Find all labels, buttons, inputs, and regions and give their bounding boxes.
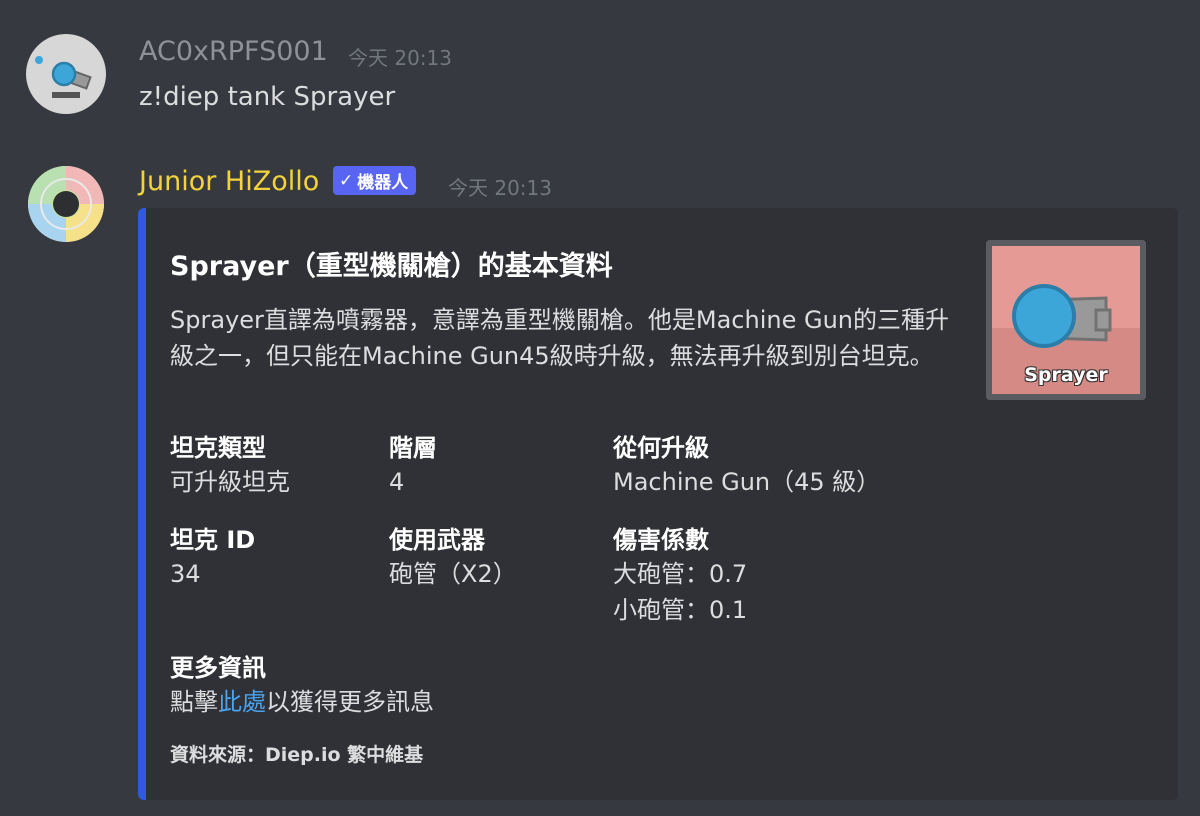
embed-thumbnail[interactable]: Sprayer — [986, 240, 1146, 400]
more-info-suffix: 以獲得更多訊息 — [266, 688, 434, 716]
embed-description: Sprayer直譯為噴霧器，意譯為重型機關槍。他是Machine Gun的三種升… — [170, 306, 949, 370]
bot-tag: ✓ 機器人 — [333, 166, 417, 195]
message-timestamp: 今天 20:13 — [348, 46, 452, 70]
field-damage-name: 傷害係數 — [613, 526, 709, 554]
embed-accent-bar — [138, 208, 146, 800]
more-info-prefix: 點擊 — [170, 688, 218, 716]
bot-username[interactable]: Junior HiZollo — [139, 166, 319, 197]
field-damage-line-2: 小砲管：0.1 — [613, 596, 748, 624]
bot-tag-label: 機器人 — [357, 173, 409, 193]
checkmark-icon: ✓ — [339, 170, 354, 191]
user-avatar[interactable] — [26, 34, 106, 114]
more-info-link[interactable]: 此處 — [218, 688, 266, 716]
field-tank-type-name: 坦克類型 — [170, 434, 266, 462]
field-tank-type-value: 可升級坦克 — [170, 468, 290, 496]
embed-footer: 資料來源：Diep.io 繁中維基 — [170, 744, 424, 766]
message-content: z!diep tank Sprayer — [139, 82, 396, 112]
field-tier-value: 4 — [389, 468, 405, 496]
embed-title: Sprayer（重型機關槍）的基本資料 — [170, 251, 613, 282]
thumbnail-label: Sprayer — [1024, 364, 1108, 386]
field-tank-id-name: 坦克 ID — [170, 526, 256, 554]
field-tier-name: 階層 — [389, 434, 437, 462]
embed: Sprayer（重型機關槍）的基本資料 Sprayer直譯為噴霧器，意譯為重型機… — [138, 208, 1178, 800]
message-timestamp: 今天 20:13 — [448, 176, 552, 200]
field-more-info-value: 點擊此處以獲得更多訊息 — [170, 684, 434, 720]
field-damage-line-1: 大砲管：0.7 — [613, 560, 748, 588]
field-weapons-value: 砲管（X2） — [389, 560, 517, 588]
field-tank-id-value: 34 — [170, 560, 201, 588]
field-upgrade-from-value: Machine Gun（45 級） — [613, 468, 881, 496]
bot-avatar[interactable] — [26, 164, 106, 244]
field-weapons-name: 使用武器 — [389, 526, 485, 554]
field-more-info-name: 更多資訊 — [170, 654, 266, 682]
field-upgrade-from-name: 從何升級 — [613, 434, 709, 462]
username[interactable]: AC0xRPFS001 — [139, 36, 328, 67]
